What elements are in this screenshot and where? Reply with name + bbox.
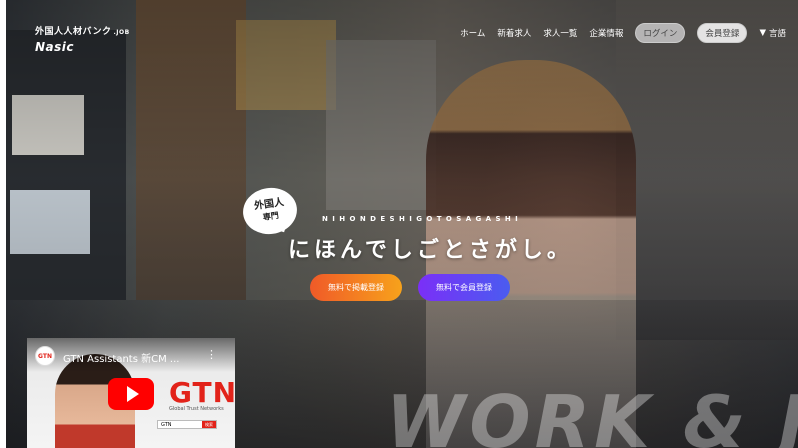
more-options-icon[interactable]: ⋮ (206, 348, 217, 361)
language-selector[interactable]: ▼ 言語 (759, 27, 786, 39)
hero-headline: にほんでしごとさがし。 (288, 238, 573, 263)
video-brand-text: GTN (169, 376, 235, 409)
channel-avatar[interactable]: GTN (35, 346, 55, 366)
nav-job-list[interactable]: 求人一覧 (543, 27, 577, 39)
login-button[interactable]: ログイン (635, 23, 686, 43)
nav-home[interactable]: ホーム (460, 27, 485, 39)
play-button-icon[interactable] (108, 378, 154, 410)
badge-line2: 専門 (262, 210, 280, 223)
member-register-button[interactable]: 無料で会員登録 (418, 274, 510, 301)
video-brand-sub: Global Trust Networks (169, 406, 224, 412)
video-title[interactable]: GTN Assistants 新CM ... (63, 350, 179, 365)
chevron-down-icon: ▼ (759, 28, 766, 38)
main-nav: ホーム 新着求人 求人一覧 企業情報 ログイン 会員登録 ▼ 言語 (460, 23, 786, 43)
language-label: 言語 (768, 29, 786, 39)
logo-brand: Nasic (35, 40, 75, 54)
nav-new-jobs[interactable]: 新着求人 (497, 27, 531, 39)
video-search-box: GTN 検索 (157, 420, 217, 429)
work-and-job-watermark: WORK & JOB (386, 380, 798, 448)
video-search-button: 検索 (202, 421, 216, 428)
logo-suffix: .JOB (113, 29, 130, 36)
hero-romaji: NIHONDESHIGOTOSAGASHI (322, 215, 523, 223)
site-logo[interactable]: 外国人人材バンク .JOB Nasic (35, 24, 130, 54)
play-triangle-icon (126, 386, 139, 402)
company-register-button[interactable]: 無料で掲載登録 (310, 274, 402, 301)
nav-company-info[interactable]: 企業情報 (589, 27, 623, 39)
register-button[interactable]: 会員登録 (697, 23, 748, 43)
youtube-video-embed[interactable]: GTN Global Trust Networks GTN 検索 GTN GTN… (27, 338, 235, 448)
logo-text: 外国人人材バンク (35, 27, 112, 37)
video-search-text: GTN (161, 421, 172, 428)
